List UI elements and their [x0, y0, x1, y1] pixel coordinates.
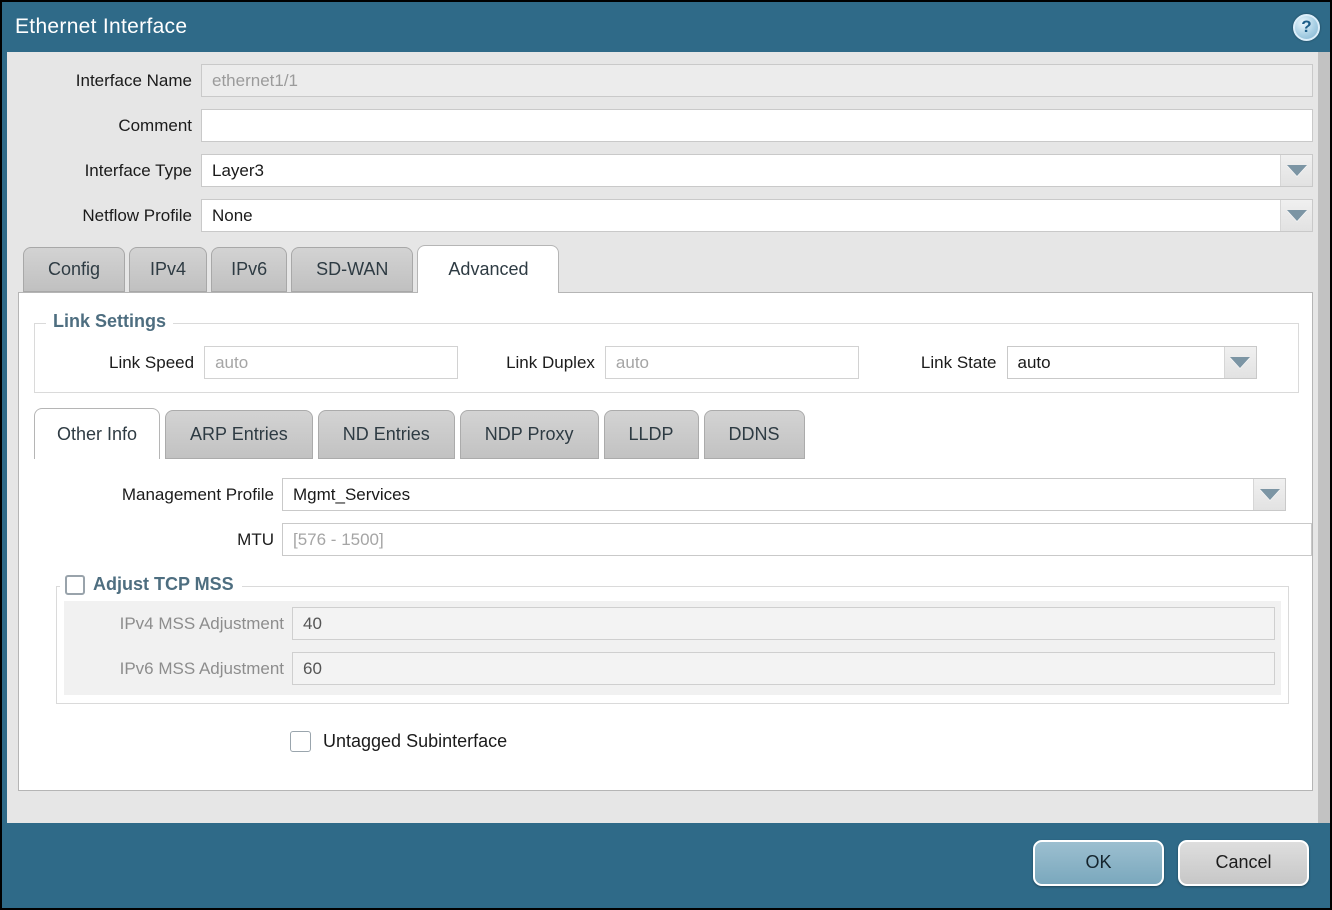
ipv6-mss-row: IPv6 MSS Adjustment	[64, 652, 1281, 685]
netflow-profile-dropdown-button[interactable]	[1280, 200, 1312, 231]
content-right-shade	[1318, 52, 1330, 823]
comment-label: Comment	[7, 116, 201, 136]
tab-nd-entries[interactable]: ND Entries	[318, 410, 455, 459]
advanced-tab-panel: Link Settings Link Speed Link Duplex	[18, 292, 1313, 791]
untagged-subinterface-row: Untagged Subinterface	[290, 731, 1312, 752]
dialog-title: Ethernet Interface	[15, 15, 187, 39]
dialog-frame: Ethernet Interface ? Interface Name Comm…	[2, 2, 1330, 908]
tab-sdwan[interactable]: SD-WAN	[291, 247, 413, 292]
adjust-tcp-mss-legend: Adjust TCP MSS	[93, 574, 234, 595]
dialog-titlebar: Ethernet Interface ?	[2, 2, 1330, 52]
tab-advanced[interactable]: Advanced	[417, 245, 559, 293]
netflow-profile-label: Netflow Profile	[7, 206, 201, 226]
help-icon[interactable]: ?	[1293, 14, 1320, 41]
mtu-label: MTU	[19, 530, 282, 550]
interface-name-label: Interface Name	[7, 71, 201, 91]
tab-config[interactable]: Config	[23, 247, 125, 292]
link-duplex-input[interactable]	[605, 346, 859, 379]
interface-type-select[interactable]	[201, 154, 1313, 187]
dialog-body: Interface Name Comment Interface Type	[2, 52, 1330, 823]
chevron-down-icon	[1287, 165, 1307, 176]
ipv6-mss-input	[292, 652, 1275, 685]
link-speed-label: Link Speed	[109, 353, 204, 373]
link-state-dropdown-button[interactable]	[1224, 347, 1256, 378]
tab-lldp[interactable]: LLDP	[604, 410, 699, 459]
link-speed-input[interactable]	[204, 346, 458, 379]
adjust-tcp-mss-legend-wrap: Adjust TCP MSS	[60, 574, 242, 595]
chevron-down-icon	[1230, 357, 1250, 368]
link-state-label: Link State	[921, 353, 1007, 373]
tab-ipv4[interactable]: IPv4	[129, 247, 207, 292]
comment-input[interactable]	[201, 109, 1313, 142]
ipv4-mss-row: IPv4 MSS Adjustment	[64, 607, 1281, 640]
tab-other-info[interactable]: Other Info	[34, 408, 160, 459]
link-settings-row: Link Speed Link Duplex Link State	[35, 324, 1298, 379]
adjust-tcp-mss-group: Adjust TCP MSS IPv4 MSS Adjustment IPv6 …	[56, 586, 1289, 704]
mtu-row: MTU	[19, 523, 1286, 556]
main-tabstrip: Config IPv4 IPv6 SD-WAN Advanced	[7, 245, 1318, 292]
tab-ipv6[interactable]: IPv6	[211, 247, 287, 292]
chevron-down-icon	[1287, 210, 1307, 221]
link-state-select[interactable]	[1007, 346, 1257, 379]
untagged-subinterface-checkbox[interactable]	[290, 731, 311, 752]
cancel-button[interactable]: Cancel	[1178, 840, 1309, 886]
mss-panel: IPv4 MSS Adjustment IPv6 MSS Adjustment	[64, 601, 1281, 695]
untagged-subinterface-label: Untagged Subinterface	[323, 731, 507, 752]
ipv6-mss-label: IPv6 MSS Adjustment	[64, 659, 292, 679]
content-area: Interface Name Comment Interface Type	[7, 52, 1318, 823]
dialog-footer: OK Cancel	[2, 823, 1330, 908]
interface-type-row: Interface Type	[7, 154, 1313, 187]
mtu-input[interactable]	[282, 523, 1312, 556]
interface-name-row: Interface Name	[7, 64, 1313, 97]
ethernet-interface-dialog: Ethernet Interface ? Interface Name Comm…	[0, 0, 1332, 910]
ok-button[interactable]: OK	[1033, 840, 1164, 886]
link-settings-legend: Link Settings	[46, 311, 173, 332]
management-profile-dropdown-button[interactable]	[1253, 479, 1285, 510]
management-profile-select[interactable]	[282, 478, 1286, 511]
interface-name-input	[201, 64, 1313, 97]
tab-ddns[interactable]: DDNS	[704, 410, 805, 459]
management-profile-row: Management Profile	[19, 478, 1286, 511]
inner-tabstrip: Other Info ARP Entries ND Entries NDP Pr…	[19, 408, 1312, 459]
tab-arp-entries[interactable]: ARP Entries	[165, 410, 313, 459]
tab-ndp-proxy[interactable]: NDP Proxy	[460, 410, 599, 459]
ipv4-mss-label: IPv4 MSS Adjustment	[64, 614, 292, 634]
ipv4-mss-input	[292, 607, 1275, 640]
interface-type-dropdown-button[interactable]	[1280, 155, 1312, 186]
link-settings-group: Link Settings Link Speed Link Duplex	[34, 323, 1299, 393]
netflow-profile-select[interactable]	[201, 199, 1313, 232]
interface-type-label: Interface Type	[7, 161, 201, 181]
link-duplex-label: Link Duplex	[506, 353, 605, 373]
adjust-tcp-mss-checkbox[interactable]	[65, 575, 85, 595]
chevron-down-icon	[1260, 489, 1280, 500]
management-profile-label: Management Profile	[19, 485, 282, 505]
netflow-profile-row: Netflow Profile	[7, 199, 1313, 232]
comment-row: Comment	[7, 109, 1313, 142]
